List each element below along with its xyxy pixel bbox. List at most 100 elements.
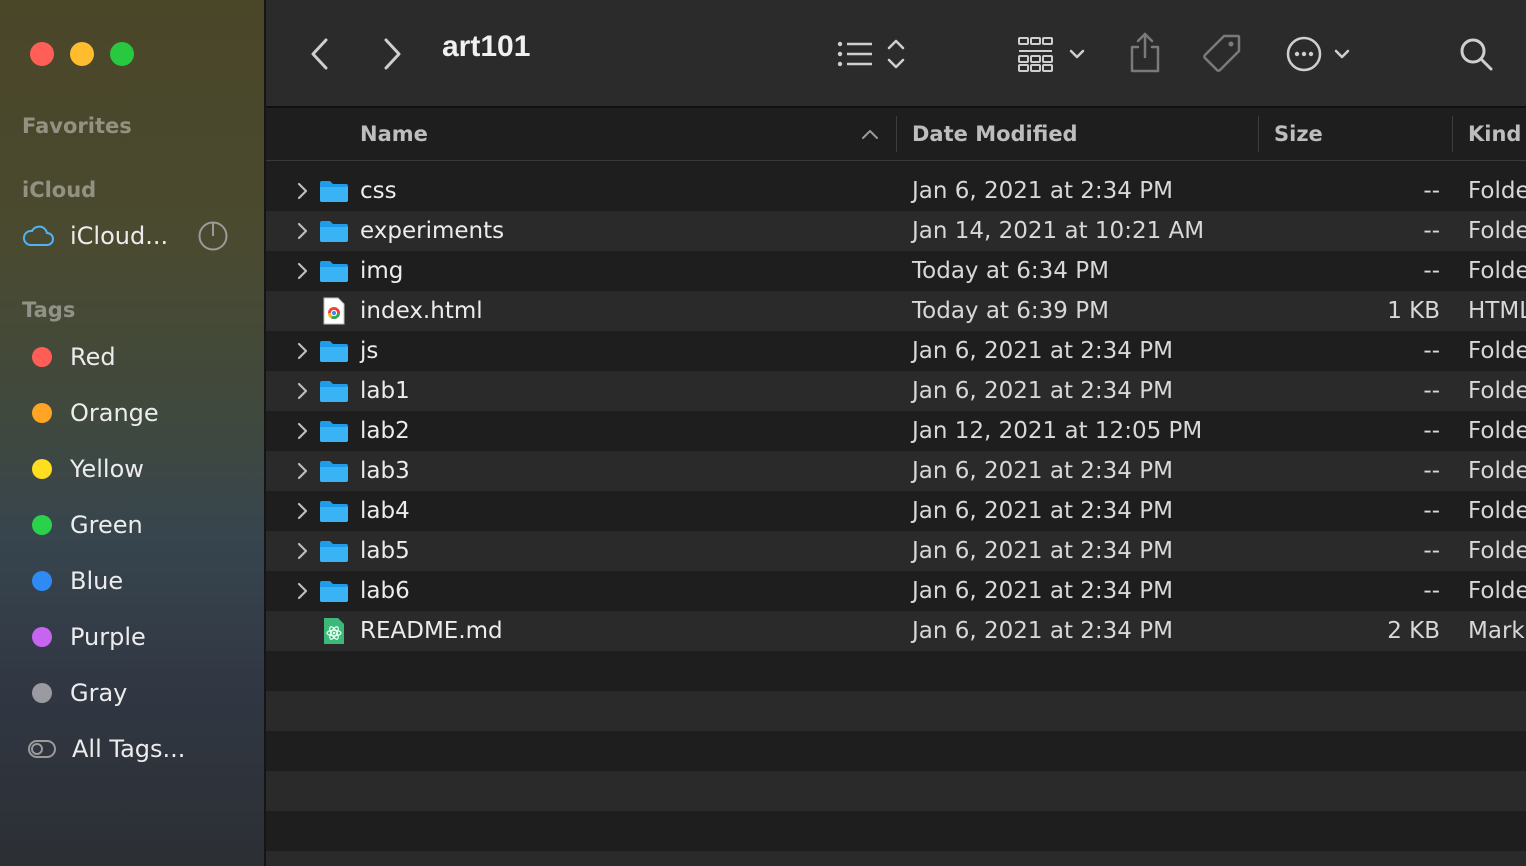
- sidebar-item-tag-yellow[interactable]: Yellow: [22, 449, 240, 489]
- tag-color-dot: [32, 515, 52, 535]
- sidebar-item-label: All Tags...: [72, 735, 186, 763]
- file-name[interactable]: lab1: [360, 371, 410, 411]
- file-row-css[interactable]: css Jan 6, 2021 at 2:34 PM -- Folder: [266, 171, 1526, 211]
- file-row-index-html[interactable]: index.html Today at 6:39 PM 1 KB HTML: [266, 291, 1526, 331]
- file-date-modified: Jan 6, 2021 at 2:34 PM: [912, 458, 1173, 484]
- folder-icon: [318, 491, 350, 531]
- sidebar-item-tag-gray[interactable]: Gray: [22, 673, 240, 713]
- file-row-experiments[interactable]: experiments Jan 14, 2021 at 10:21 AM -- Fol…: [266, 211, 1526, 251]
- file-kind: Folder: [1468, 218, 1526, 244]
- file-name[interactable]: lab5: [360, 531, 410, 571]
- column-header-kind[interactable]: Kind: [1468, 108, 1521, 160]
- column-header-size[interactable]: Size: [1274, 108, 1323, 160]
- sidebar-item-tag-blue[interactable]: Blue: [22, 561, 240, 601]
- file-name[interactable]: lab4: [360, 491, 410, 531]
- column-header-name[interactable]: Name: [360, 108, 428, 160]
- minimize-window-button[interactable]: [70, 42, 94, 66]
- file-size: --: [1423, 258, 1440, 284]
- file-name[interactable]: css: [360, 171, 397, 211]
- column-divider[interactable]: [896, 116, 897, 152]
- file-row-js[interactable]: js Jan 6, 2021 at 2:34 PM -- Folder: [266, 331, 1526, 371]
- view-options-button[interactable]: [836, 34, 912, 74]
- file-kind: Folder: [1468, 258, 1526, 284]
- toolbar: art101: [266, 0, 1526, 108]
- tags-heading[interactable]: Tags: [22, 298, 75, 322]
- tag-color-dot: [32, 571, 52, 591]
- file-size: 2 KB: [1387, 618, 1440, 644]
- disclosure-triangle-icon[interactable]: [292, 571, 312, 611]
- sort-ascending-icon[interactable]: [860, 108, 880, 160]
- file-row-lab6[interactable]: lab6 Jan 6, 2021 at 2:34 PM -- Folder: [266, 571, 1526, 611]
- sidebar-item-label: Green: [70, 511, 143, 539]
- file-kind: Markdown: [1468, 618, 1526, 644]
- file-size: --: [1423, 178, 1440, 204]
- file-date-modified: Today at 6:34 PM: [912, 258, 1109, 284]
- close-window-button[interactable]: [30, 42, 54, 66]
- zoom-window-button[interactable]: [110, 42, 134, 66]
- disclosure-triangle-icon[interactable]: [292, 411, 312, 451]
- file-row-img[interactable]: img Today at 6:34 PM -- Folder: [266, 251, 1526, 291]
- file-kind: Folder: [1468, 498, 1526, 524]
- file-row-lab3[interactable]: lab3 Jan 6, 2021 at 2:34 PM -- Folder: [266, 451, 1526, 491]
- file-kind: Folder: [1468, 418, 1526, 444]
- sidebar-item-tag-purple[interactable]: Purple: [22, 617, 240, 657]
- sidebar-item-tag-red[interactable]: Red: [22, 337, 240, 377]
- window-controls: [30, 42, 134, 66]
- file-size: --: [1423, 338, 1440, 364]
- file-name[interactable]: experiments: [360, 211, 504, 251]
- search-button[interactable]: [1456, 34, 1496, 74]
- sidebar-item-icloud-drive[interactable]: iCloud...: [22, 216, 240, 256]
- file-name[interactable]: README.md: [360, 611, 503, 651]
- column-header-row: Name Date Modified Size Kind: [266, 108, 1526, 161]
- sidebar-item-tag-green[interactable]: Green: [22, 505, 240, 545]
- chevron-left-icon: [311, 38, 328, 70]
- favorites-heading[interactable]: Favorites: [22, 114, 132, 138]
- empty-row: [266, 651, 1526, 691]
- disclosure-triangle-icon[interactable]: [292, 371, 312, 411]
- file-kind: Folder: [1468, 378, 1526, 404]
- file-name[interactable]: index.html: [360, 291, 483, 331]
- share-button[interactable]: [1126, 30, 1164, 74]
- disclosure-triangle-icon[interactable]: [292, 171, 312, 211]
- sidebar-item-label: Red: [70, 343, 116, 371]
- file-name[interactable]: js: [360, 331, 378, 371]
- file-name[interactable]: img: [360, 251, 403, 291]
- folder-icon: [318, 531, 350, 571]
- finder-window: Favorites iCloud iCloud... Tags Red Orang…: [0, 0, 1526, 866]
- sidebar-item-tag-orange[interactable]: Orange: [22, 393, 240, 433]
- file-date-modified: Today at 6:39 PM: [912, 298, 1109, 324]
- action-menu-button[interactable]: [1284, 32, 1350, 76]
- sidebar-item-label: Purple: [70, 623, 146, 651]
- file-row-lab2[interactable]: lab2 Jan 12, 2021 at 12:05 PM -- Folder: [266, 411, 1526, 451]
- file-size: --: [1423, 418, 1440, 444]
- file-row-lab4[interactable]: lab4 Jan 6, 2021 at 2:34 PM -- Folder: [266, 491, 1526, 531]
- file-size: --: [1423, 458, 1440, 484]
- disclosure-triangle-icon[interactable]: [292, 331, 312, 371]
- file-row-readme-md[interactable]: README.md Jan 6, 2021 at 2:34 PM 2 KB Markd…: [266, 611, 1526, 651]
- folder-icon: [318, 251, 350, 291]
- column-header-date-modified[interactable]: Date Modified: [912, 108, 1078, 160]
- tag-color-dot: [32, 627, 52, 647]
- sidebar-item-all-tags[interactable]: All Tags...: [22, 729, 240, 769]
- column-divider[interactable]: [1258, 116, 1259, 152]
- column-divider[interactable]: [1452, 116, 1453, 152]
- forward-button[interactable]: [374, 34, 410, 74]
- file-row-lab5[interactable]: lab5 Jan 6, 2021 at 2:34 PM -- Folder: [266, 531, 1526, 571]
- icloud-heading[interactable]: iCloud: [22, 178, 96, 202]
- disclosure-triangle-icon[interactable]: [292, 251, 312, 291]
- empty-row: [266, 731, 1526, 771]
- file-name[interactable]: lab3: [360, 451, 410, 491]
- disclosure-triangle-icon[interactable]: [292, 491, 312, 531]
- disclosure-triangle-icon[interactable]: [292, 531, 312, 571]
- file-row-lab1[interactable]: lab1 Jan 6, 2021 at 2:34 PM -- Folder: [266, 371, 1526, 411]
- disclosure-triangle-icon[interactable]: [292, 451, 312, 491]
- file-name[interactable]: lab2: [360, 411, 410, 451]
- sidebar-item-label: iCloud...: [70, 222, 169, 250]
- file-name[interactable]: lab6: [360, 571, 410, 611]
- file-date-modified: Jan 6, 2021 at 2:34 PM: [912, 378, 1173, 404]
- tag-button[interactable]: [1202, 32, 1242, 74]
- file-date-modified: Jan 12, 2021 at 12:05 PM: [912, 418, 1203, 444]
- disclosure-triangle-icon[interactable]: [292, 211, 312, 251]
- group-by-button[interactable]: [1016, 32, 1090, 76]
- back-button[interactable]: [302, 34, 338, 74]
